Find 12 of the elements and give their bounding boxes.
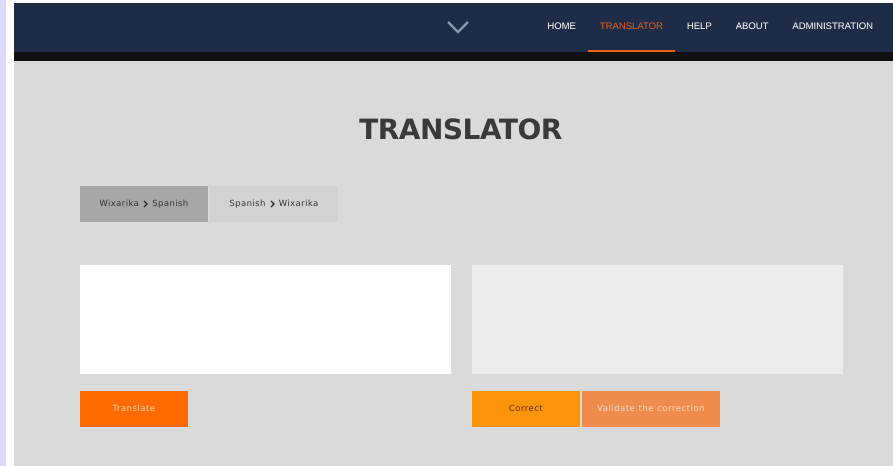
nav-link[interactable]: ABOUT xyxy=(724,3,780,52)
correct-button[interactable]: Correct xyxy=(472,391,580,427)
direction-tab[interactable]: Spanish Wixarika xyxy=(210,186,338,222)
nav-link[interactable]: ADMINISTRATION xyxy=(780,3,885,52)
nav-link[interactable]: HELP xyxy=(674,3,724,52)
page-title: TRANSLATOR xyxy=(358,113,563,146)
direction-tab[interactable]: Wixarika Spanish xyxy=(80,186,208,222)
chevron-right-icon xyxy=(143,200,148,208)
source-text-field[interactable] xyxy=(80,265,451,374)
nav-link[interactable]: HOME xyxy=(535,3,588,52)
chevron-right-icon xyxy=(270,200,275,208)
chevron-down-icon[interactable] xyxy=(446,20,470,34)
